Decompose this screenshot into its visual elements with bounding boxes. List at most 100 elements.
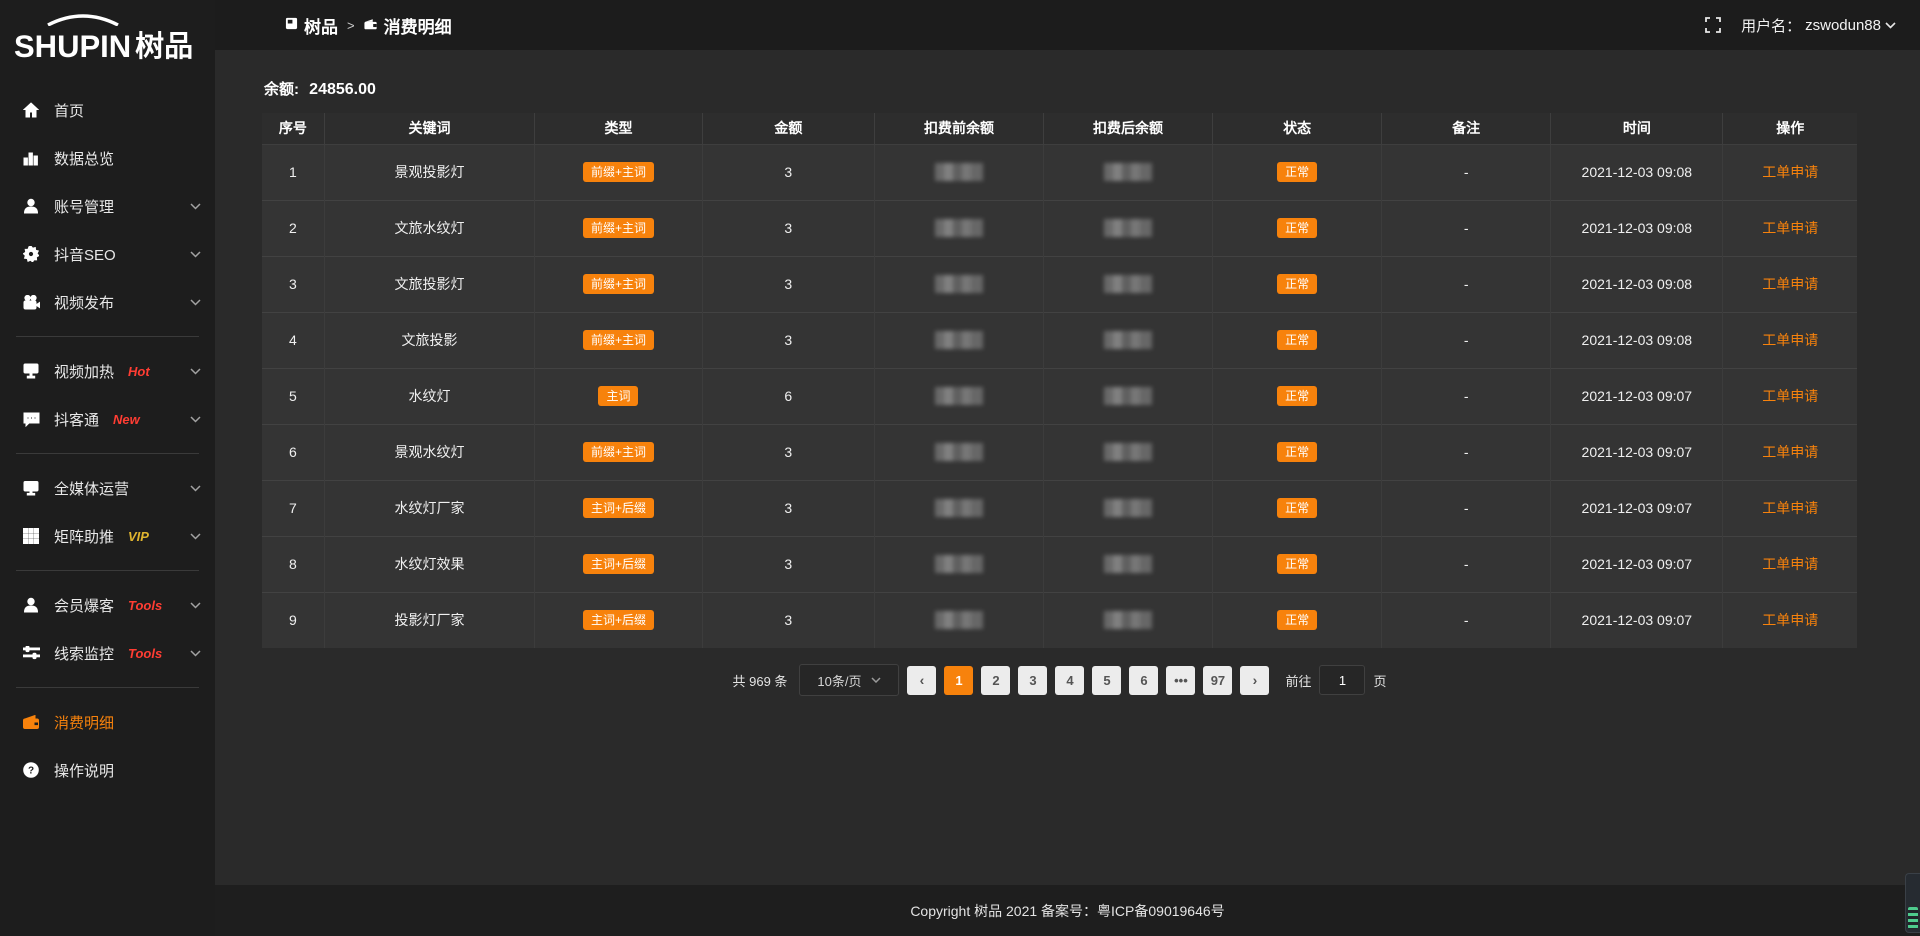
cell-time: 2021-12-03 09:08 <box>1551 312 1723 368</box>
work-order-link[interactable]: 工单申请 <box>1762 444 1818 460</box>
goto-suffix: 页 <box>1373 671 1386 690</box>
redacted-balance-before <box>935 499 983 517</box>
fullscreen-icon[interactable] <box>1705 17 1721 33</box>
sidebar-item-13[interactable]: ?操作说明 <box>0 746 215 794</box>
app-window: SHUPIN 树品 首页数据总览账号管理抖音SEO视频发布视频加热Hot抖客通N… <box>0 0 1920 936</box>
cell-time: 2021-12-03 09:07 <box>1551 424 1723 480</box>
svg-text:?: ? <box>28 766 34 777</box>
footer: Copyright 树品 2021 备案号：粤ICP备09019646号 <box>215 885 1920 936</box>
work-order-link[interactable]: 工单申请 <box>1762 612 1818 628</box>
chevron-down-icon <box>190 368 201 375</box>
page-button-5[interactable]: 5 <box>1092 666 1121 695</box>
chevron-down-icon <box>190 416 201 423</box>
cell-keyword: 景观投影灯 <box>324 144 535 200</box>
status-badge: 正常 <box>1277 218 1317 238</box>
column-header: 扣费前余额 <box>874 113 1043 144</box>
work-order-link[interactable]: 工单申请 <box>1762 276 1818 292</box>
redacted-balance-before <box>935 387 983 405</box>
work-order-link[interactable]: 工单申请 <box>1762 220 1818 236</box>
type-badge: 主词+后缀 <box>583 498 654 518</box>
page-button-3[interactable]: 3 <box>1018 666 1047 695</box>
sidebar-item-5[interactable]: 视频发布 <box>0 278 215 326</box>
page-button-4[interactable]: 4 <box>1055 666 1084 695</box>
cell-amount: 3 <box>702 312 874 368</box>
work-order-link[interactable]: 工单申请 <box>1762 332 1818 348</box>
sidebar-item-7[interactable]: 抖客通New <box>0 395 215 443</box>
cell-remark: - <box>1382 368 1551 424</box>
redacted-balance-after <box>1104 387 1152 405</box>
cell-status: 正常 <box>1213 536 1382 592</box>
sidebar-item-label: 数据总览 <box>54 148 114 169</box>
cell-remark: - <box>1382 312 1551 368</box>
sidebar-item-label: 全媒体运营 <box>54 478 129 499</box>
consumption-table: 序号关键词类型金额扣费前余额扣费后余额状态备注时间操作 1景观投影灯前缀+主词3… <box>262 113 1857 648</box>
user-menu[interactable]: 用户名：zswodun88 <box>1741 15 1896 36</box>
table-row: 1景观投影灯前缀+主词3正常-2021-12-03 09:08工单申请 <box>262 144 1857 200</box>
cell-amount: 3 <box>702 424 874 480</box>
cell-balance-after <box>1044 592 1213 648</box>
sidebar-item-2[interactable]: 数据总览 <box>0 134 215 182</box>
page-button-1[interactable]: 1 <box>944 666 973 695</box>
cell-amount: 3 <box>702 200 874 256</box>
type-badge: 前缀+主词 <box>583 162 654 182</box>
breadcrumb-current[interactable]: 消费明细 <box>364 13 452 38</box>
prev-page-button[interactable]: ‹ <box>907 666 936 695</box>
type-badge: 主词+后缀 <box>583 610 654 630</box>
cell-balance-after <box>1044 256 1213 312</box>
work-order-link[interactable]: 工单申请 <box>1762 388 1818 404</box>
sidebar-item-3[interactable]: 账号管理 <box>0 182 215 230</box>
logo-text-cn: 树品 <box>135 33 193 62</box>
cell-type: 前缀+主词 <box>535 424 702 480</box>
redacted-balance-after <box>1104 275 1152 293</box>
table-row: 4文旅投影前缀+主词3正常-2021-12-03 09:08工单申请 <box>262 312 1857 368</box>
cell-time: 2021-12-03 09:07 <box>1551 480 1723 536</box>
cell-type: 主词+后缀 <box>535 536 702 592</box>
sidebar-item-1[interactable]: 首页 <box>0 86 215 134</box>
sidebar-item-11[interactable]: 线索监控Tools <box>0 629 215 677</box>
breadcrumb-home[interactable]: 树品 <box>285 13 338 38</box>
page-button-97[interactable]: 97 <box>1203 666 1232 695</box>
chevron-down-icon <box>190 203 201 210</box>
page-size-select[interactable]: 10条/页 <box>799 664 899 696</box>
cell-status: 正常 <box>1213 200 1382 256</box>
sidebar-item-8[interactable]: 全媒体运营 <box>0 464 215 512</box>
sidebar-item-10[interactable]: 会员爆客Tools <box>0 581 215 629</box>
next-page-button[interactable]: › <box>1240 666 1269 695</box>
work-order-link[interactable]: 工单申请 <box>1762 500 1818 516</box>
cell-balance-before <box>874 200 1043 256</box>
cell-index: 9 <box>262 592 324 648</box>
more-pages-button[interactable]: ••• <box>1166 666 1195 695</box>
video-icon <box>22 293 40 311</box>
cell-keyword: 水纹灯效果 <box>324 536 535 592</box>
work-order-link[interactable]: 工单申请 <box>1762 556 1818 572</box>
cell-amount: 3 <box>702 256 874 312</box>
cell-time: 2021-12-03 09:08 <box>1551 256 1723 312</box>
wallet-icon <box>364 15 378 35</box>
cell-type: 主词 <box>535 368 702 424</box>
sidebar-item-12[interactable]: 消费明细 <box>0 698 215 746</box>
status-badge: 正常 <box>1277 610 1317 630</box>
main-area: 树品 > 消费明细 用户名：zswodun88 <box>215 0 1920 936</box>
chevron-down-icon <box>190 650 201 657</box>
shupin-logo: SHUPIN 树品 <box>0 10 215 68</box>
goto-page-input[interactable] <box>1319 665 1365 695</box>
page-button-6[interactable]: 6 <box>1129 666 1158 695</box>
grid-icon <box>22 527 40 545</box>
cell-index: 7 <box>262 480 324 536</box>
cell-status: 正常 <box>1213 312 1382 368</box>
cell-amount: 3 <box>702 480 874 536</box>
cell-time: 2021-12-03 09:07 <box>1551 592 1723 648</box>
column-header: 序号 <box>262 113 324 144</box>
sidebar-item-9[interactable]: 矩阵助推VIP <box>0 512 215 560</box>
side-helper-widget[interactable] <box>1905 873 1920 933</box>
work-order-link[interactable]: 工单申请 <box>1762 164 1818 180</box>
sidebar-item-4[interactable]: 抖音SEO <box>0 230 215 278</box>
page-button-2[interactable]: 2 <box>981 666 1010 695</box>
sidebar-divider <box>16 336 199 337</box>
widget-stripes <box>1908 907 1918 929</box>
sidebar: SHUPIN 树品 首页数据总览账号管理抖音SEO视频发布视频加热Hot抖客通N… <box>0 0 215 936</box>
table-row: 7水纹灯厂家主词+后缀3正常-2021-12-03 09:07工单申请 <box>262 480 1857 536</box>
cell-index: 6 <box>262 424 324 480</box>
table-row: 9投影灯厂家主词+后缀3正常-2021-12-03 09:07工单申请 <box>262 592 1857 648</box>
sidebar-item-6[interactable]: 视频加热Hot <box>0 347 215 395</box>
